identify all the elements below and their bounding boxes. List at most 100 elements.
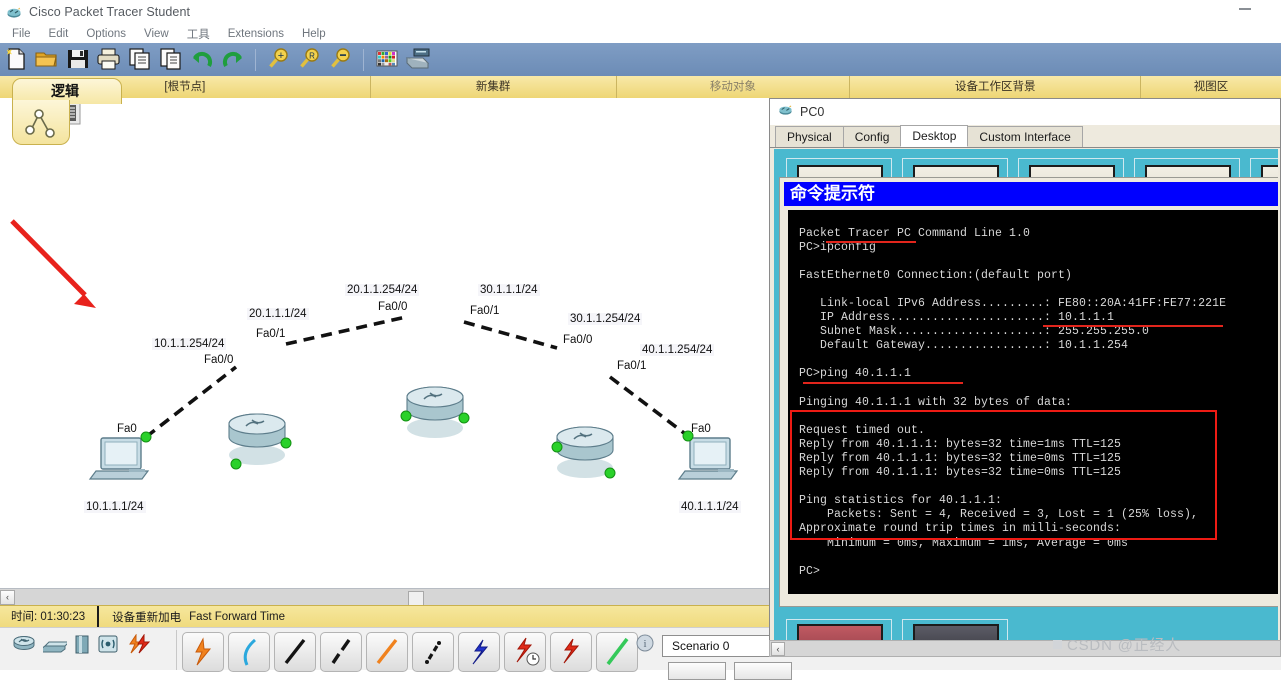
toolbar-separator xyxy=(176,630,177,670)
tabstrip-new-cluster[interactable]: 新集群 xyxy=(371,76,617,98)
connections-icon[interactable] xyxy=(126,633,151,659)
menu-item-view[interactable]: View xyxy=(135,28,178,40)
toolbar-divider-2 xyxy=(363,48,364,71)
annotation-underline-ipaddress xyxy=(1043,325,1223,327)
router-3-device xyxy=(556,426,614,478)
redo-icon[interactable] xyxy=(220,46,248,74)
device-type-group xyxy=(12,633,151,659)
workspace-hscrollbar[interactable]: ‹ xyxy=(0,588,770,606)
palette-icon[interactable] xyxy=(374,46,402,74)
label-router1-fa01: Fa0/1 xyxy=(256,328,286,340)
svg-text:i: i xyxy=(643,638,646,650)
pc0-scroll-left-arrow-icon[interactable]: ‹ xyxy=(771,641,785,656)
tabstrip-move-object[interactable]: 移动对象 xyxy=(617,76,851,98)
simulation-statusbar: 时间: 01:30:23 设备重新加电 Fast Forward Time xyxy=(0,605,770,629)
watermark-square-icon xyxy=(1053,640,1062,649)
label-router1-left-ip: 10.1.1.254/24 xyxy=(152,338,227,350)
octal-link-icon[interactable] xyxy=(596,632,638,672)
menu-item-extensions[interactable]: Extensions xyxy=(219,28,293,40)
delete-scenario-button[interactable] xyxy=(734,662,792,680)
annotation-box-ping-result xyxy=(790,410,1217,540)
menu-item-file[interactable]: File xyxy=(0,28,40,40)
label-router3-fa00: Fa0/0 xyxy=(563,334,593,346)
app-glyph-7 xyxy=(913,624,999,641)
zoom-in-icon[interactable]: + xyxy=(266,46,294,74)
pc-left-device xyxy=(88,437,150,480)
main-toolbar: + R xyxy=(0,43,1281,76)
routers-icon[interactable] xyxy=(12,634,36,659)
window-title: Cisco Packet Tracer Student xyxy=(29,5,191,19)
copper-straight-link-icon[interactable] xyxy=(274,632,316,672)
scenario-buttons xyxy=(668,662,792,680)
toolbar-divider xyxy=(255,48,256,71)
print-icon[interactable] xyxy=(96,46,124,74)
tab-custom-interface[interactable]: Custom Interface xyxy=(967,126,1083,147)
coaxial-link-icon[interactable] xyxy=(458,632,500,672)
copper-crossover-link-icon[interactable] xyxy=(320,632,362,672)
pc0-hscrollbar[interactable]: ‹ xyxy=(769,640,1281,657)
command-prompt-title: 命令提示符 xyxy=(784,182,1278,206)
topology-canvas xyxy=(10,219,739,480)
pc-right-device xyxy=(677,437,739,480)
console-link-icon[interactable] xyxy=(228,632,270,672)
label-pc-right-ip: 40.1.1.1/24 xyxy=(679,501,741,513)
zoom-out-icon[interactable] xyxy=(328,46,356,74)
custom-device-icon[interactable] xyxy=(405,46,433,74)
menu-item-edit[interactable]: Edit xyxy=(40,28,78,40)
tab-physical[interactable]: Physical xyxy=(775,126,844,147)
packet-tracer-application: Cisco Packet Tracer Student File Edit Op… xyxy=(0,0,1281,680)
pc0-tabbar: Physical Config Desktop Custom Interface xyxy=(770,125,1280,148)
annotation-underline-ping xyxy=(803,382,963,384)
switches-icon[interactable] xyxy=(40,634,71,659)
undo-icon[interactable] xyxy=(189,46,217,74)
label-router2-fa00: Fa0/0 xyxy=(378,301,408,313)
annotation-arrow xyxy=(10,219,96,308)
svg-text:+: + xyxy=(278,50,284,62)
label-router1-fa00: Fa0/0 xyxy=(204,354,234,366)
scroll-left-arrow-icon[interactable]: ‹ xyxy=(0,590,15,605)
label-router2-right-ip: 30.1.1.1/24 xyxy=(478,284,540,296)
tab-desktop[interactable]: Desktop xyxy=(900,125,969,147)
menu-bar: File Edit Options View 工具 Extensions Hel… xyxy=(0,24,1281,44)
phone-link-icon[interactable] xyxy=(412,632,454,672)
tabstrip-workspace-background[interactable]: 设备工作区背景 xyxy=(850,76,1142,98)
label-router3-fa01: Fa0/1 xyxy=(617,360,647,372)
logical-workspace[interactable]: 10.1.1.1/24 Fa0 10.1.1.254/24 Fa0/0 20.1… xyxy=(0,98,771,588)
command-prompt-output[interactable]: Packet Tracer PC Command Line 1.0 PC>ipc… xyxy=(788,210,1278,594)
label-pc-right-port: Fa0 xyxy=(691,423,711,435)
serial-dte-link-icon[interactable] xyxy=(550,632,592,672)
command-prompt-window[interactable]: 命令提示符 Packet Tracer PC Command Line 1.0 … xyxy=(779,177,1278,607)
new-file-icon[interactable] xyxy=(3,46,31,74)
desktop-app-icon-6[interactable] xyxy=(786,619,892,641)
pc0-window[interactable]: PC0 Physical Config Desktop Custom Inter… xyxy=(769,98,1281,644)
wireless-icon[interactable] xyxy=(97,634,119,659)
scroll-thumb[interactable] xyxy=(408,591,424,606)
label-router1-right-ip: 20.1.1.1/24 xyxy=(247,308,309,320)
logical-view-button[interactable] xyxy=(12,100,70,145)
serial-dce-link-icon[interactable] xyxy=(504,632,546,672)
zoom-reset-icon[interactable]: R xyxy=(297,46,325,74)
fiber-link-icon[interactable] xyxy=(366,632,408,672)
pc0-titlebar: PC0 xyxy=(770,99,1280,125)
desktop-app-icon-7[interactable] xyxy=(902,619,1008,641)
label-pc-left-port: Fa0 xyxy=(117,423,137,435)
new-scenario-button[interactable] xyxy=(668,662,726,680)
automatic-link-icon[interactable] xyxy=(182,632,224,672)
status-time: 时间: 01:30:23 xyxy=(0,606,100,628)
menu-item-tools[interactable]: 工具 xyxy=(178,26,219,42)
menu-item-options[interactable]: Options xyxy=(77,28,135,40)
save-icon[interactable] xyxy=(65,46,93,74)
menu-item-help[interactable]: Help xyxy=(293,28,335,40)
info-icon: i xyxy=(636,634,654,657)
minimize-icon[interactable] xyxy=(1239,8,1251,10)
fast-forward-time-button[interactable]: Fast Forward Time xyxy=(181,611,285,623)
open-folder-icon[interactable] xyxy=(34,46,62,74)
pc-device-icon xyxy=(778,102,793,122)
tab-config[interactable]: Config xyxy=(842,126,902,147)
paste-icon[interactable] xyxy=(158,46,186,74)
label-router2-left-ip: 20.1.1.254/24 xyxy=(345,284,420,296)
app-glyph-6 xyxy=(797,624,883,641)
hubs-icon[interactable] xyxy=(74,634,90,659)
copy-icon[interactable] xyxy=(127,46,155,74)
tabstrip-viewport[interactable]: 视图区 xyxy=(1141,76,1281,98)
